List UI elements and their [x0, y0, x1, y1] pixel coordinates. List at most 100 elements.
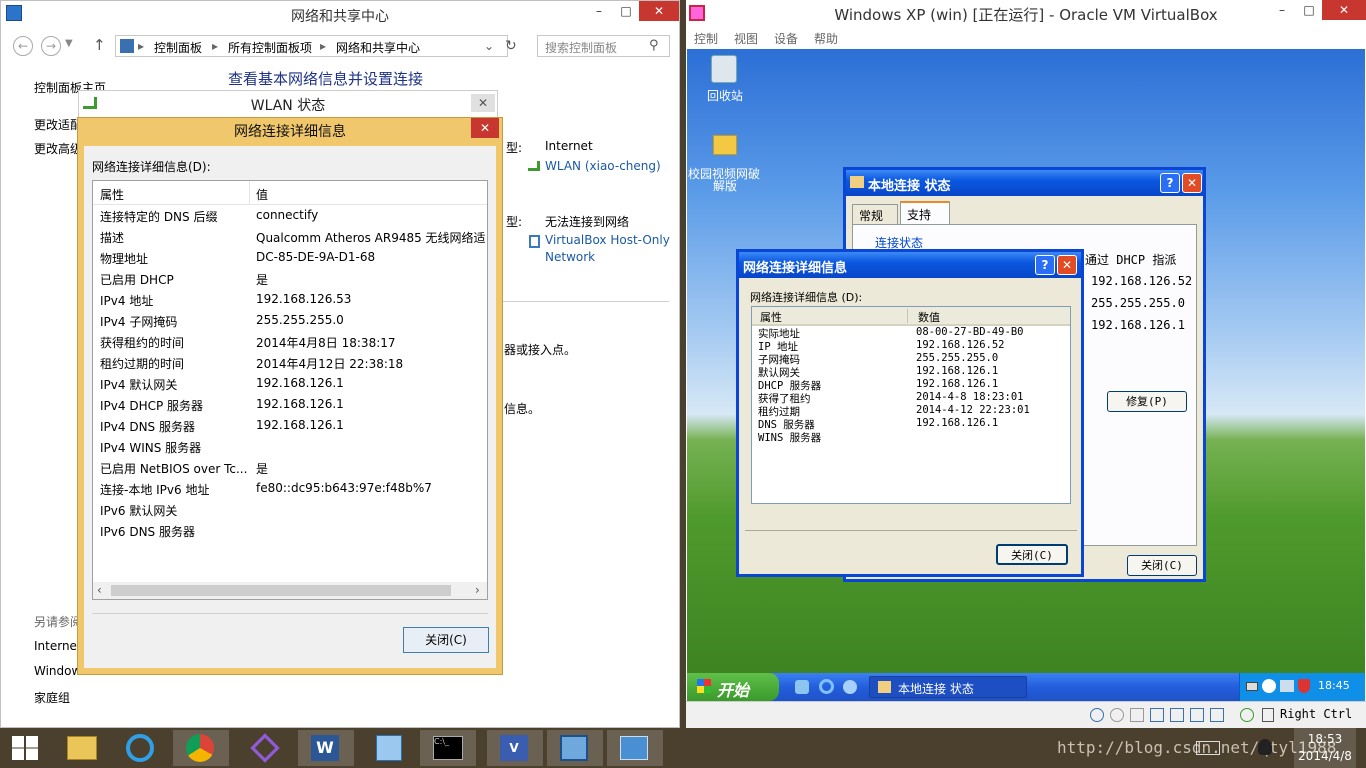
wlan-connection-link[interactable]: WLAN (xiao-cheng): [545, 159, 661, 173]
mouse-capture-icon[interactable]: [1262, 708, 1274, 722]
table-row[interactable]: 租约过期的时间 2014年4月12日 22:38:18: [93, 353, 487, 374]
keyboard-icon[interactable]: [1246, 682, 1258, 691]
breadcrumb-control-panel[interactable]: 控制面板: [154, 39, 202, 56]
taskbar-chrome[interactable]: [173, 730, 229, 766]
scroll-right-icon[interactable]: ›: [475, 583, 480, 597]
xp-start-button[interactable]: 开始: [687, 673, 779, 701]
table-row[interactable]: IPv4 默认网关 192.168.126.1: [93, 374, 487, 395]
virtualbox-network-link-line1[interactable]: VirtualBox Host-Only: [545, 233, 670, 247]
recycle-bin-icon[interactable]: [711, 55, 737, 83]
shared-folder-icon[interactable]: [1170, 708, 1184, 722]
local-conn-close-button[interactable]: 关闭(C): [1127, 555, 1197, 576]
vt-x-icon[interactable]: [1240, 708, 1254, 722]
table-row[interactable]: IPv4 地址 192.168.126.53: [93, 290, 487, 311]
table-row[interactable]: IPv6 DNS 服务器: [93, 521, 487, 542]
address-box[interactable]: ▸ 控制面板 ▸ 所有控制面板项 ▸ 网络和共享中心 ⌄: [115, 35, 508, 57]
taskbar-ie[interactable]: [113, 730, 169, 766]
table-row[interactable]: 连接特定的 DNS 后缀 connectify: [93, 206, 487, 227]
virtualbox-network-link-line2[interactable]: Network: [545, 250, 595, 264]
table-row[interactable]: 连接-本地 IPv6 地址 fe80::dc95:b643:97e:f48b%7: [93, 479, 487, 500]
recording-icon[interactable]: [1210, 708, 1224, 722]
tray-expand-icon[interactable]: [1262, 679, 1276, 693]
table-row[interactable]: 已启用 NetBIOS over Tc... 是: [93, 458, 487, 479]
table-row[interactable]: IPv4 子网掩码 255.255.255.0: [93, 311, 487, 332]
menu-help[interactable]: 帮助: [814, 30, 838, 47]
clock-area[interactable]: 18:53 2014/4/8: [1294, 728, 1356, 768]
column-header-value[interactable]: 值: [256, 186, 268, 203]
taskbar-visio[interactable]: V: [487, 730, 543, 766]
details-close-icon[interactable]: ✕: [471, 118, 499, 138]
table-row[interactable]: 默认网关 192.168.126.1: [752, 365, 1070, 379]
taskbar-virtualbox-manager[interactable]: [362, 730, 418, 766]
network-status-icon[interactable]: [1150, 708, 1164, 722]
menu-control[interactable]: 控制: [694, 30, 718, 47]
column-header-value[interactable]: 数值: [918, 309, 940, 325]
up-arrow-icon[interactable]: ↑: [93, 36, 106, 54]
wlan-close-button[interactable]: ✕: [471, 94, 495, 112]
taskbar-control-panel[interactable]: [607, 730, 663, 766]
table-row[interactable]: DHCP 服务器 192.168.126.1: [752, 378, 1070, 392]
vbox-minimize-button[interactable]: –: [1268, 0, 1296, 20]
close-icon[interactable]: ✕: [1057, 255, 1077, 275]
details-close-button[interactable]: 关闭(C): [403, 627, 489, 653]
taskbar-explorer[interactable]: [55, 730, 111, 766]
close-button[interactable]: ✕: [639, 1, 679, 21]
hard-disk-icon[interactable]: [1090, 708, 1104, 722]
column-header-property[interactable]: 属性: [760, 309, 782, 325]
forward-arrow-icon[interactable]: →: [41, 36, 61, 56]
vbox-close-button[interactable]: ✕: [1322, 0, 1366, 20]
tab-support[interactable]: 支持: [900, 201, 950, 225]
table-row[interactable]: IPv6 默认网关: [93, 500, 487, 521]
table-row[interactable]: IPv4 DHCP 服务器 192.168.126.1: [93, 395, 487, 416]
see-also-windows-firewall[interactable]: Window: [34, 664, 81, 678]
xp-task-local-connection[interactable]: 本地连接 状态: [869, 676, 1027, 698]
media-player-icon[interactable]: [843, 680, 857, 694]
table-row[interactable]: 描述 Qualcomm Atheros AR9485 无线网络适配: [93, 227, 487, 248]
xp-details-list-view[interactable]: 属性 数值 实际地址 08-00-27-BD-49-B0 IP 地址 192.168.…: [751, 306, 1071, 504]
taskbar-word[interactable]: W: [298, 730, 354, 766]
table-row[interactable]: WINS 服务器: [752, 430, 1070, 444]
xp-details-close-button[interactable]: 关闭(C): [996, 544, 1068, 565]
table-row[interactable]: IP 地址 192.168.126.52: [752, 339, 1070, 353]
display-icon[interactable]: [1190, 708, 1204, 722]
breadcrumb-network-center[interactable]: 网络和共享中心: [336, 39, 420, 56]
vbox-maximize-button[interactable]: □: [1296, 0, 1322, 20]
network-tray-icon[interactable]: [1280, 680, 1294, 692]
show-desktop-icon[interactable]: [795, 680, 809, 694]
chevron-down-icon[interactable]: ⌄: [484, 39, 494, 53]
menu-view[interactable]: 视图: [734, 30, 758, 47]
table-row[interactable]: 子网掩码 255.255.255.0: [752, 352, 1070, 366]
menu-devices[interactable]: 设备: [774, 30, 798, 47]
taskbar-visual-studio[interactable]: [238, 730, 294, 766]
table-row[interactable]: 租约过期 2014-4-12 22:23:01: [752, 404, 1070, 418]
breadcrumb-all-items[interactable]: 所有控制面板项: [228, 39, 312, 56]
table-row[interactable]: DNS 服务器 192.168.126.1: [752, 417, 1070, 431]
horizontal-scrollbar[interactable]: ‹ ›: [93, 582, 487, 599]
refresh-icon[interactable]: ↻: [505, 38, 517, 54]
taskbar-cmd[interactable]: C:\_: [420, 730, 476, 766]
close-icon[interactable]: ✕: [1182, 173, 1202, 193]
qq-icon[interactable]: [1258, 739, 1272, 755]
xp-guest-screen[interactable]: 回收站 校园视频网破 解版 本地连接 状态 ? ✕ 常规 支持 连接状态 通过 …: [687, 49, 1365, 701]
folder-icon[interactable]: [713, 135, 737, 155]
table-row[interactable]: 实际地址 08-00-27-BD-49-B0: [752, 326, 1070, 340]
start-button[interactable]: [0, 730, 56, 766]
ie-icon[interactable]: [819, 679, 834, 694]
tab-general[interactable]: 常规: [852, 204, 898, 224]
table-row[interactable]: 获得租约的时间 2014年4月8日 18:38:17: [93, 332, 487, 353]
security-shield-icon[interactable]: [1298, 679, 1310, 693]
see-also-internet-options[interactable]: Interne: [34, 639, 77, 653]
back-arrow-icon[interactable]: ←: [13, 36, 33, 56]
table-row[interactable]: 已启用 DHCP 是: [93, 269, 487, 290]
scroll-thumb[interactable]: [111, 585, 451, 596]
maximize-button[interactable]: □: [613, 1, 639, 21]
sidebar-change-adapter-link[interactable]: 更改适配: [34, 116, 82, 133]
usb-icon[interactable]: [1130, 708, 1144, 722]
folder-label-line2[interactable]: 解版: [713, 177, 737, 194]
keyboard-icon[interactable]: [1196, 741, 1220, 755]
table-row[interactable]: 获得了租约 2014-4-8 18:23:01: [752, 391, 1070, 405]
help-icon[interactable]: ?: [1035, 255, 1055, 275]
details-list-view[interactable]: 属性 值 连接特定的 DNS 后缀 connectify 描述 Qualcomm At…: [92, 180, 488, 600]
see-also-homegroup[interactable]: 家庭组: [34, 689, 70, 706]
repair-button[interactable]: 修复(P): [1107, 391, 1187, 412]
